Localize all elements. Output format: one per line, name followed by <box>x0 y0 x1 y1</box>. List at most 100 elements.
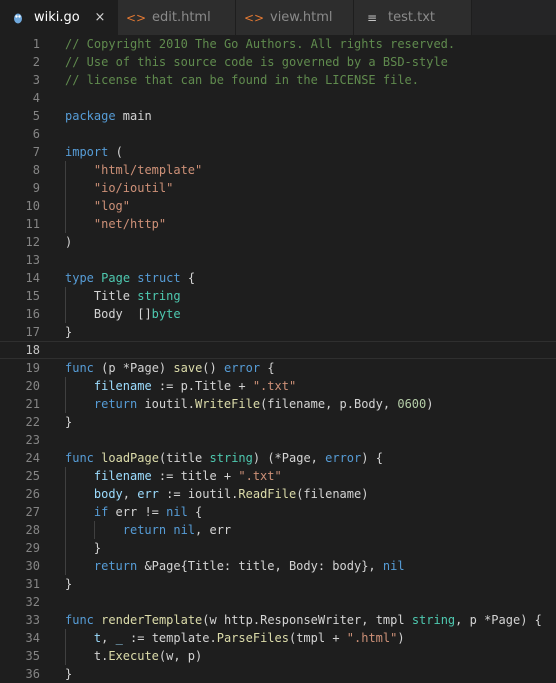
code-token: func <box>65 613 94 627</box>
code-text: filename := title + ".txt" <box>94 467 556 485</box>
editor-tab-bar: wiki.go × <> edit.html <> view.html ≡ te… <box>0 0 556 35</box>
code-line[interactable]: 10 "log" <box>0 197 556 215</box>
code-line[interactable]: 24 func loadPage(title string) (*Page, er… <box>0 449 556 467</box>
code-line[interactable]: 12) <box>0 233 556 251</box>
code-line[interactable]: 11 "net/http" <box>0 215 556 233</box>
code-token: } <box>65 577 73 591</box>
code-text: ) <box>65 233 556 251</box>
code-line[interactable]: 33 func renderTemplate(w http.ResponseWri… <box>0 611 556 629</box>
code-token: ) <box>397 631 405 645</box>
code-line[interactable]: 34 t, _ := template.ParseFiles(tmpl + ".h… <box>0 629 556 647</box>
indent-guide <box>65 521 66 539</box>
code-line[interactable]: 6 <box>0 125 556 143</box>
code-line[interactable]: 22} <box>0 413 556 431</box>
line-number: 17 <box>25 325 40 339</box>
code-line[interactable]: 26 body, err := ioutil.ReadFile(filename) <box>0 485 556 503</box>
line-number: 31 <box>25 577 40 591</box>
code-token: _ <box>115 631 123 645</box>
close-icon[interactable]: × <box>93 10 107 25</box>
code-token: err <box>137 487 159 501</box>
code-line[interactable]: 16 Body []byte <box>0 305 556 323</box>
line-number: 25 <box>25 469 40 483</box>
code-token: loadPage <box>101 451 159 465</box>
code-token: := title + <box>151 469 239 483</box>
code-line[interactable]: 20 filename := p.Title + ".txt" <box>0 377 556 395</box>
code-line[interactable]: 27 if err != nil { <box>0 503 556 521</box>
code-token: error <box>223 361 261 375</box>
code-token: import <box>65 145 109 159</box>
line-number: 10 <box>25 199 40 213</box>
line-number: 7 <box>32 145 40 159</box>
tab-view-html[interactable]: <> view.html <box>236 0 354 35</box>
code-token: , <box>101 631 116 645</box>
line-number: 28 <box>25 523 40 537</box>
code-token: := template. <box>122 631 217 645</box>
code-line[interactable]: 28 return nil, err <box>0 521 556 539</box>
code-line[interactable]: 32 <box>0 593 556 611</box>
tab-test-txt[interactable]: ≡ test.txt <box>354 0 472 35</box>
code-line[interactable]: 1 // Copyright 2010 The Go Authors. All r… <box>0 35 556 53</box>
code-text: package main <box>65 107 556 125</box>
code-line[interactable]: 36} <box>0 665 556 683</box>
code-line[interactable]: 15 Title string <box>0 287 556 305</box>
code-line[interactable]: 31} <box>0 575 556 593</box>
code-line[interactable]: 8 "html/template" <box>0 161 556 179</box>
code-token: } <box>65 667 73 681</box>
code-text: t.Execute(w, p) <box>94 647 556 665</box>
indent-guide <box>65 215 66 233</box>
code-line[interactable]: 4 <box>0 89 556 107</box>
code-token: Body [] <box>93 307 152 321</box>
indent-guide <box>65 485 66 503</box>
code-text: func renderTemplate(w http.ResponseWrite… <box>65 611 556 629</box>
code-line[interactable]: 7 import ( <box>0 143 556 161</box>
indent-guide <box>65 467 66 485</box>
line-number: 9 <box>32 181 40 195</box>
indent-guide <box>65 305 66 323</box>
code-text: return nil, err <box>123 521 556 539</box>
go-file-icon <box>10 11 26 24</box>
code-token: string <box>209 451 253 465</box>
code-line[interactable]: 29} <box>0 539 556 557</box>
code-line[interactable]: 3 // license that can be found in the LIC… <box>0 71 556 89</box>
code-line[interactable]: 17} <box>0 323 556 341</box>
tab-wiki-go[interactable]: wiki.go × <box>0 0 118 35</box>
code-line[interactable]: 23 <box>0 431 556 449</box>
code-token: ( <box>108 145 123 159</box>
code-line[interactable]: 18 <box>0 341 556 359</box>
indent-guide <box>65 377 66 395</box>
code-line[interactable]: 25 filename := title + ".txt" <box>0 467 556 485</box>
code-token: type <box>65 271 94 285</box>
code-line[interactable]: 21 return ioutil.WriteFile(filename, p.Bo… <box>0 395 556 413</box>
code-token: } <box>65 415 73 429</box>
code-text: } <box>65 575 556 593</box>
line-number: 12 <box>25 235 40 249</box>
code-token: string <box>411 613 456 627</box>
code-token: { <box>260 361 275 375</box>
code-token: Execute <box>108 649 159 663</box>
code-line[interactable]: 14 type Page struct { <box>0 269 556 287</box>
tab-edit-html[interactable]: <> edit.html <box>118 0 236 35</box>
code-line[interactable]: 13 <box>0 251 556 269</box>
code-token: (filename) <box>296 487 369 501</box>
code-line[interactable]: 19 func (p *Page) save() error { <box>0 359 556 377</box>
code-text: } <box>94 539 556 557</box>
indent-guide <box>65 197 66 215</box>
code-token: (title <box>158 451 210 465</box>
line-number: 30 <box>25 559 40 573</box>
code-line[interactable]: 2 // Use of this source code is governed … <box>0 53 556 71</box>
indent-guide <box>65 557 66 575</box>
code-line[interactable]: 5 package main <box>0 107 556 125</box>
code-token: ReadFile <box>238 487 297 501</box>
code-line[interactable]: 35 t.Execute(w, p) <box>0 647 556 665</box>
line-number: 34 <box>25 631 40 645</box>
line-number: 6 <box>32 127 40 141</box>
code-editor[interactable]: 1 // Copyright 2010 The Go Authors. All r… <box>0 35 556 683</box>
code-token: := p.Title + <box>151 379 253 393</box>
code-line[interactable]: 30 return &Page{Title: title, Body: body}… <box>0 557 556 575</box>
code-token: ) (*Page, <box>252 451 326 465</box>
code-token: } <box>93 541 102 555</box>
tab-label: view.html <box>270 10 333 25</box>
code-token: byte <box>151 307 181 321</box>
code-token: (p *Page) <box>93 361 174 375</box>
code-line[interactable]: 9 "io/ioutil" <box>0 179 556 197</box>
